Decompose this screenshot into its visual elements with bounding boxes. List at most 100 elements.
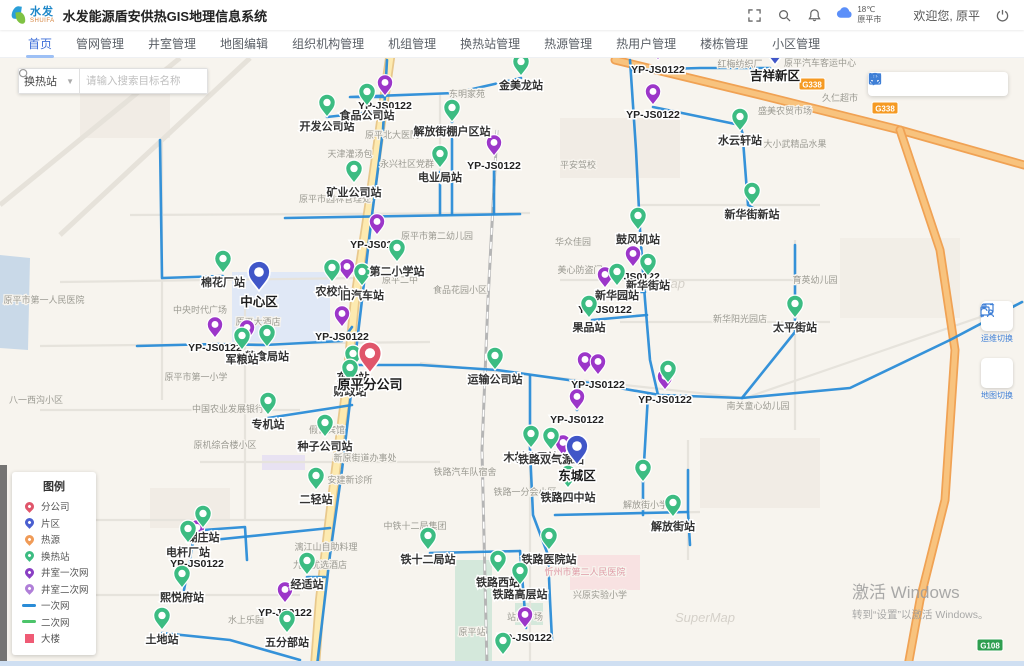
nav-item-热源管理[interactable]: 热源管理 bbox=[538, 30, 598, 58]
reset-icon[interactable] bbox=[916, 73, 938, 95]
station-label: 太平街站 bbox=[772, 320, 817, 334]
map-poi-label: 平安驾校 bbox=[560, 159, 596, 170]
station-label: 电业局站 bbox=[418, 170, 462, 184]
station-label: 鼓风机站 bbox=[616, 232, 660, 246]
zoom-out-icon[interactable] bbox=[894, 73, 916, 95]
bell-icon[interactable] bbox=[806, 7, 822, 23]
nav-item-管网管理[interactable]: 管网管理 bbox=[70, 30, 130, 58]
map-poi-label: 大小武精品水果 bbox=[763, 138, 826, 149]
station-label: 解放街棚户区站 bbox=[414, 124, 491, 138]
welcome-text: 欢迎您, 原平 bbox=[913, 7, 980, 24]
side-tool-map-switch[interactable]: 地图切换 bbox=[978, 358, 1016, 401]
station-pin-dot bbox=[283, 615, 290, 622]
legend-item-二次网: 二次网 bbox=[12, 614, 96, 631]
station-label: 电杆厂站 bbox=[166, 545, 210, 559]
district-pin-dot bbox=[254, 267, 264, 277]
legend-label: 大楼 bbox=[41, 631, 60, 645]
legend-label: 片区 bbox=[41, 516, 60, 530]
station-label: 金美龙站 bbox=[498, 78, 543, 92]
map-switch-icon bbox=[981, 358, 1013, 388]
station-pin-dot bbox=[644, 258, 651, 265]
well-pin-dot bbox=[282, 586, 289, 593]
weather-widget: 18℃ 原平市 bbox=[836, 5, 881, 25]
well-pin-dot bbox=[344, 263, 351, 270]
station-pin-dot bbox=[350, 165, 357, 172]
well-pin-dot bbox=[382, 79, 389, 86]
map-poi-label: 原平北大医院 bbox=[365, 129, 419, 140]
nav-item-小区管理[interactable]: 小区管理 bbox=[766, 30, 826, 58]
legend-label: 二次网 bbox=[41, 615, 70, 629]
station-label: 水云轩站 bbox=[718, 133, 762, 147]
measure-icon[interactable] bbox=[938, 73, 960, 95]
station-pin-dot bbox=[312, 472, 319, 479]
map-poi-label: 天津灌汤包 bbox=[327, 148, 372, 159]
legend-label: 分公司 bbox=[41, 499, 70, 513]
legend-label: 一次网 bbox=[41, 598, 70, 612]
fullscreen-icon[interactable] bbox=[746, 7, 762, 23]
legend-item-大楼: 大楼 bbox=[12, 630, 96, 647]
station-label: 军粮站 bbox=[226, 352, 259, 366]
nav-item-井室管理[interactable]: 井室管理 bbox=[142, 30, 202, 58]
side-tools: 运维切换地图切换 bbox=[978, 301, 1016, 401]
map-poi-label: 原机综合楼小区 bbox=[193, 439, 256, 450]
station-label: 棉花厂站 bbox=[201, 275, 245, 289]
station-pin-dot bbox=[436, 150, 443, 157]
station-pin-dot bbox=[791, 300, 798, 307]
legend-label: 换热站 bbox=[41, 549, 70, 563]
well-pin-dot bbox=[595, 358, 602, 365]
app-header: 水发 SHUIFA 水发能源盾安供热GIS地理信息系统 18℃ 原平市 bbox=[0, 0, 1024, 30]
side-tool-label: 地图切换 bbox=[981, 390, 1013, 401]
map-canvas[interactable]: SuperMapSuperMap原平市实验中学东明家苑原平北大医院天津灌汤包永兴… bbox=[0, 58, 1024, 666]
station-pin-dot bbox=[499, 637, 506, 644]
legend-symbol bbox=[21, 584, 37, 593]
station-pin-dot bbox=[346, 364, 353, 371]
legend-item-一次网: 一次网 bbox=[12, 597, 96, 614]
legend-item-热源: 热源 bbox=[12, 531, 96, 548]
map-poi-label: 原平站 bbox=[458, 626, 485, 637]
station-pin-dot bbox=[393, 244, 400, 251]
nav-item-机组管理[interactable]: 机组管理 bbox=[382, 30, 442, 58]
nav-item-楼栋管理[interactable]: 楼栋管理 bbox=[694, 30, 754, 58]
station-pin-dot bbox=[158, 612, 165, 619]
map-poi-label: 东明家苑 bbox=[449, 88, 485, 99]
station-label: 铁十二局站 bbox=[401, 552, 456, 566]
layers-tool-icon[interactable] bbox=[960, 73, 982, 95]
nav-item-换热站管理[interactable]: 换热站管理 bbox=[454, 30, 526, 58]
weather-cloud-icon bbox=[836, 6, 853, 24]
station-label: 五分部站 bbox=[265, 635, 309, 649]
nav-item-首页[interactable]: 首页 bbox=[22, 30, 58, 58]
station-pin-dot bbox=[517, 58, 524, 65]
page-title: 水发能源盾安供热GIS地理信息系统 bbox=[63, 6, 267, 25]
search-submit-icon[interactable] bbox=[184, 69, 204, 93]
legend-title: 图例 bbox=[12, 478, 96, 494]
legend-item-井室二次网: 井室二次网 bbox=[12, 581, 96, 598]
well-pin-dot bbox=[522, 611, 529, 618]
well-pin-dot bbox=[212, 321, 219, 328]
chevron-down-icon: ▼ bbox=[66, 77, 74, 86]
station-label: 土地站 bbox=[146, 632, 179, 646]
legend-symbol bbox=[21, 502, 37, 511]
nav-item-组织机构管理[interactable]: 组织机构管理 bbox=[286, 30, 370, 58]
search-icon[interactable] bbox=[776, 7, 792, 23]
weather-city: 原平市 bbox=[857, 15, 881, 25]
search-input[interactable] bbox=[80, 75, 184, 87]
road-number-text: G338 bbox=[875, 105, 895, 114]
list-icon[interactable] bbox=[982, 73, 1004, 95]
station-label: 新华街新站 bbox=[725, 207, 780, 221]
map-poi-label: 铁路汽车队宿舍 bbox=[433, 466, 496, 477]
company-label: 原平分公司 bbox=[337, 377, 402, 392]
map-poi-label: 漓江山自助料理 bbox=[294, 541, 357, 552]
legend-symbol bbox=[21, 568, 37, 577]
map-poi-label: 美心防盗门 bbox=[557, 264, 602, 275]
station-label: 经适站 bbox=[291, 577, 324, 591]
well-label: YP-JS0122 bbox=[638, 394, 692, 406]
nav-item-地图编辑[interactable]: 地图编辑 bbox=[214, 30, 274, 58]
logout-icon[interactable] bbox=[994, 7, 1010, 23]
station-pin-dot bbox=[736, 113, 743, 120]
legend-symbol bbox=[21, 634, 37, 643]
station-label: 熙悦府站 bbox=[160, 590, 204, 604]
legend-item-井室一次网: 井室一次网 bbox=[12, 564, 96, 581]
nav-item-热用户管理[interactable]: 热用户管理 bbox=[610, 30, 682, 58]
map-poi-label: 中央时代广场 bbox=[173, 304, 227, 315]
map-poi-label: 新华阳光园店 bbox=[713, 313, 767, 324]
